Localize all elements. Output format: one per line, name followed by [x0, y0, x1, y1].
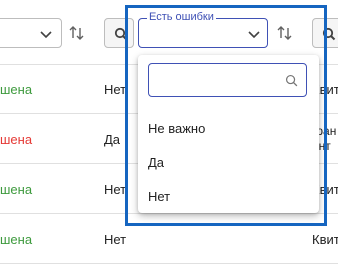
error-cell: Нет [104, 182, 127, 197]
error-cell: Нет [104, 232, 127, 247]
chevron-down-icon [40, 31, 52, 39]
sort-icon[interactable] [68, 24, 86, 42]
error-cell: Нет [104, 82, 127, 97]
error-cell: Да [104, 132, 121, 147]
status-cell: шена [0, 182, 33, 197]
status-cell: шена [0, 132, 33, 147]
highlight-frame [125, 5, 327, 226]
status-cell: шена [0, 232, 33, 247]
status-filter-select[interactable] [0, 18, 62, 48]
type-cell: Квит [312, 232, 338, 247]
status-cell: шена [0, 82, 33, 97]
